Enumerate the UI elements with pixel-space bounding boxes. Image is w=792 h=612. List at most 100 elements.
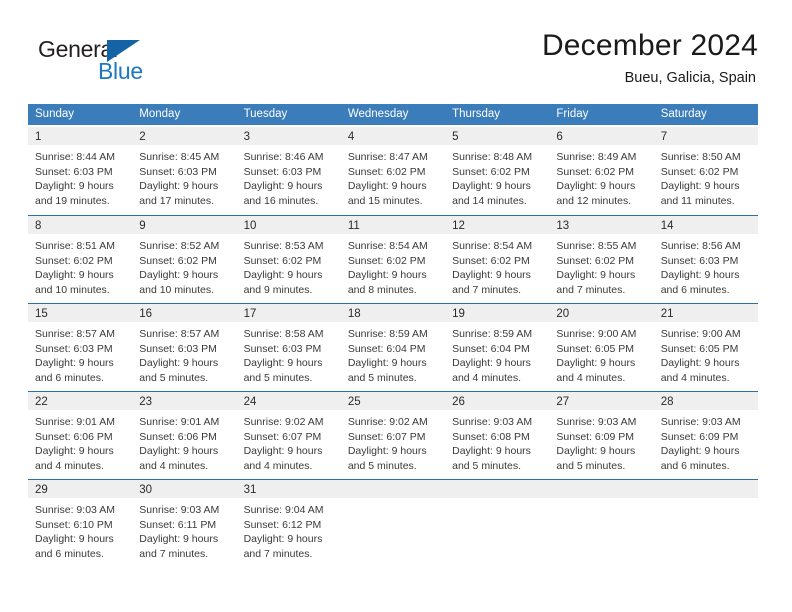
daylight-text-line1: Daylight: 9 hours — [452, 269, 531, 282]
day-details: Sunrise: 8:57 AM Sunset: 6:03 PM Daylight:… — [132, 322, 236, 385]
day-cell[interactable]: 2 Sunrise: 8:45 AM Sunset: 6:03 PM Daylight… — [132, 127, 237, 215]
weekday-header-sunday: Sunday — [35, 108, 75, 120]
sunset-text: Sunset: 6:09 PM — [556, 430, 635, 443]
day-cell[interactable]: 14 Sunrise: 8:56 AM Sunset: 6:03 PM Dayligh… — [653, 216, 758, 303]
day-number: 19 — [452, 308, 465, 320]
day-number-band: 27 — [549, 392, 654, 410]
day-cell[interactable]: 21 Sunrise: 9:00 AM Sunset: 6:05 PM Dayligh… — [653, 304, 758, 391]
sunset-text: Sunset: 6:04 PM — [347, 342, 426, 355]
day-number-band: 24 — [236, 392, 341, 410]
day-details: Sunrise: 8:52 AM Sunset: 6:02 PM Daylight:… — [132, 234, 236, 297]
sunset-text: Sunset: 6:12 PM — [243, 518, 322, 531]
daylight-text-line1: Daylight: 9 hours — [347, 180, 427, 193]
day-cell[interactable]: 25 Sunrise: 9:02 AM Sunset: 6:07 PM Dayligh… — [340, 392, 446, 479]
weekday-header-thursday: Thursday — [452, 108, 501, 120]
sunset-text: Sunset: 6:03 PM — [35, 165, 113, 178]
day-number-band: 20 — [549, 304, 654, 322]
day-number: 10 — [243, 220, 257, 232]
daylight-text-line2: and 17 minutes. — [139, 194, 214, 207]
day-cell[interactable]: 30 Sunrise: 9:03 AM Sunset: 6:11 PM Dayligh… — [132, 480, 237, 567]
daylight-text-line1: Daylight: 9 hours — [347, 357, 427, 370]
sunset-text: Sunset: 6:02 PM — [660, 165, 739, 178]
day-cell[interactable]: 19 Sunrise: 8:59 AM Sunset: 6:04 PM Dayligh… — [445, 304, 550, 391]
daylight-text-line1: Daylight: 9 hours — [139, 445, 219, 458]
daylight-text-line2: and 6 minutes. — [35, 547, 104, 560]
day-cell[interactable]: 5 Sunrise: 8:48 AM Sunset: 6:02 PM Daylight… — [445, 127, 550, 215]
daylight-text-line1: Daylight: 9 hours — [243, 357, 323, 370]
day-cell[interactable]: 17 Sunrise: 8:58 AM Sunset: 6:03 PM Dayligh… — [236, 304, 341, 391]
daylight-text-line2: and 4 minutes. — [243, 459, 313, 472]
general-blue-logo[interactable]: General Blue — [38, 36, 218, 92]
day-cell[interactable]: 10 Sunrise: 8:53 AM Sunset: 6:02 PM Dayligh… — [236, 216, 341, 303]
sunrise-text: Sunrise: 8:57 AM — [35, 328, 115, 340]
day-cell[interactable]: 3 Sunrise: 8:46 AM Sunset: 6:03 PM Daylight… — [236, 127, 341, 215]
sunrise-text: Sunrise: 9:04 AM — [243, 504, 324, 516]
day-cell[interactable]: 26 Sunrise: 9:03 AM Sunset: 6:08 PM Dayligh… — [445, 392, 550, 479]
day-number-band: 29 — [28, 480, 133, 498]
day-number: 2 — [139, 131, 146, 143]
day-cell[interactable]: 22 Sunrise: 9:01 AM Sunset: 6:06 PM Dayligh… — [28, 392, 133, 479]
day-details: Sunrise: 8:58 AM Sunset: 6:03 PM Daylight:… — [237, 322, 341, 385]
sunrise-text: Sunrise: 8:45 AM — [139, 151, 220, 163]
daylight-text-line1: Daylight: 9 hours — [139, 533, 219, 546]
day-number-band: 30 — [132, 480, 237, 498]
daylight-text-line1: Daylight: 9 hours — [660, 357, 740, 370]
day-cell[interactable]: 29 Sunrise: 9:03 AM Sunset: 6:10 PM Dayligh… — [28, 480, 133, 567]
day-cell[interactable]: 11 Sunrise: 8:54 AM Sunset: 6:02 PM Dayligh… — [340, 216, 446, 303]
day-number: 24 — [243, 396, 257, 408]
day-details: Sunrise: 9:02 AM Sunset: 6:07 PM Daylight:… — [237, 410, 341, 473]
day-details: Sunrise: 8:55 AM Sunset: 6:02 PM Daylight:… — [549, 234, 653, 297]
daylight-text-line1: Daylight: 9 hours — [556, 445, 636, 458]
day-cell[interactable]: 15 Sunrise: 8:57 AM Sunset: 6:03 PM Dayligh… — [28, 304, 133, 391]
day-number: 21 — [660, 308, 674, 320]
sunset-text: Sunset: 6:02 PM — [35, 254, 113, 267]
sunrise-text: Sunrise: 8:52 AM — [139, 240, 220, 252]
sunset-text: Sunset: 6:06 PM — [35, 430, 113, 443]
day-details: Sunrise: 9:03 AM Sunset: 6:09 PM Daylight:… — [549, 410, 653, 473]
day-number-band: 26 — [445, 392, 550, 410]
day-details: Sunrise: 8:48 AM Sunset: 6:02 PM Daylight:… — [445, 145, 549, 208]
daylight-text-line2: and 5 minutes. — [243, 371, 313, 384]
day-details: Sunrise: 9:03 AM Sunset: 6:10 PM Daylight:… — [28, 498, 132, 561]
weekday-header-monday: Monday — [139, 108, 181, 120]
day-cell[interactable]: 16 Sunrise: 8:57 AM Sunset: 6:03 PM Dayligh… — [132, 304, 237, 391]
day-number-band: 22 — [28, 392, 133, 410]
day-cell[interactable]: 28 Sunrise: 9:03 AM Sunset: 6:09 PM Dayligh… — [653, 392, 758, 479]
day-cell[interactable]: 1 Sunrise: 8:44 AM Sunset: 6:03 PM Daylight… — [28, 127, 133, 215]
sunset-text: Sunset: 6:02 PM — [347, 165, 426, 178]
day-number: 28 — [660, 396, 674, 408]
sunrise-text: Sunrise: 8:56 AM — [660, 240, 741, 252]
day-cell[interactable]: 9 Sunrise: 8:52 AM Sunset: 6:02 PM Daylight… — [132, 216, 237, 303]
day-cell[interactable]: 4 Sunrise: 8:47 AM Sunset: 6:02 PM Daylight… — [340, 127, 446, 215]
day-cell[interactable]: 20 Sunrise: 9:00 AM Sunset: 6:05 PM Dayligh… — [549, 304, 654, 391]
day-cell[interactable]: 24 Sunrise: 9:02 AM Sunset: 6:07 PM Dayligh… — [236, 392, 341, 479]
day-details: Sunrise: 9:03 AM Sunset: 6:09 PM Daylight:… — [654, 410, 758, 473]
sunset-text: Sunset: 6:09 PM — [660, 430, 739, 443]
day-details: Sunrise: 8:56 AM Sunset: 6:03 PM Daylight:… — [654, 234, 758, 297]
day-number: 15 — [35, 308, 48, 320]
day-cell[interactable]: 18 Sunrise: 8:59 AM Sunset: 6:04 PM Dayligh… — [340, 304, 446, 391]
daylight-text-line2: and 7 minutes. — [452, 283, 522, 296]
day-cell[interactable]: 12 Sunrise: 8:54 AM Sunset: 6:02 PM Dayligh… — [445, 216, 550, 303]
day-details: Sunrise: 8:53 AM Sunset: 6:02 PM Daylight:… — [237, 234, 341, 297]
day-cell[interactable]: 6 Sunrise: 8:49 AM Sunset: 6:02 PM Daylight… — [549, 127, 654, 215]
sunrise-text: Sunrise: 9:03 AM — [452, 416, 533, 428]
sunset-text: Sunset: 6:05 PM — [556, 342, 635, 355]
daylight-text-line1: Daylight: 9 hours — [452, 445, 531, 458]
day-number: 13 — [556, 220, 570, 232]
daylight-text-line1: Daylight: 9 hours — [139, 269, 219, 282]
day-number-band: 16 — [132, 304, 237, 322]
day-number-band: 4 — [340, 127, 446, 145]
week-row: 1 Sunrise: 8:44 AM Sunset: 6:03 PM Daylight… — [28, 127, 758, 215]
day-cell[interactable]: 13 Sunrise: 8:55 AM Sunset: 6:02 PM Dayligh… — [549, 216, 654, 303]
day-cell[interactable]: 31 Sunrise: 9:04 AM Sunset: 6:12 PM Dayligh… — [236, 480, 341, 567]
daylight-text-line2: and 6 minutes. — [35, 371, 104, 384]
day-cell[interactable]: 7 Sunrise: 8:50 AM Sunset: 6:02 PM Daylight… — [653, 127, 758, 215]
day-cell[interactable]: 27 Sunrise: 9:03 AM Sunset: 6:09 PM Dayligh… — [549, 392, 654, 479]
day-cell[interactable]: 23 Sunrise: 9:01 AM Sunset: 6:06 PM Dayligh… — [132, 392, 237, 479]
sunrise-text: Sunrise: 8:50 AM — [660, 151, 741, 163]
masthead: General Blue December 2024 Bueu, Galicia… — [28, 28, 758, 96]
daylight-text-line2: and 5 minutes. — [452, 459, 522, 472]
day-cell[interactable]: 8 Sunrise: 8:51 AM Sunset: 6:02 PM Daylight… — [28, 216, 133, 303]
day-number-band: 1 — [28, 127, 133, 145]
